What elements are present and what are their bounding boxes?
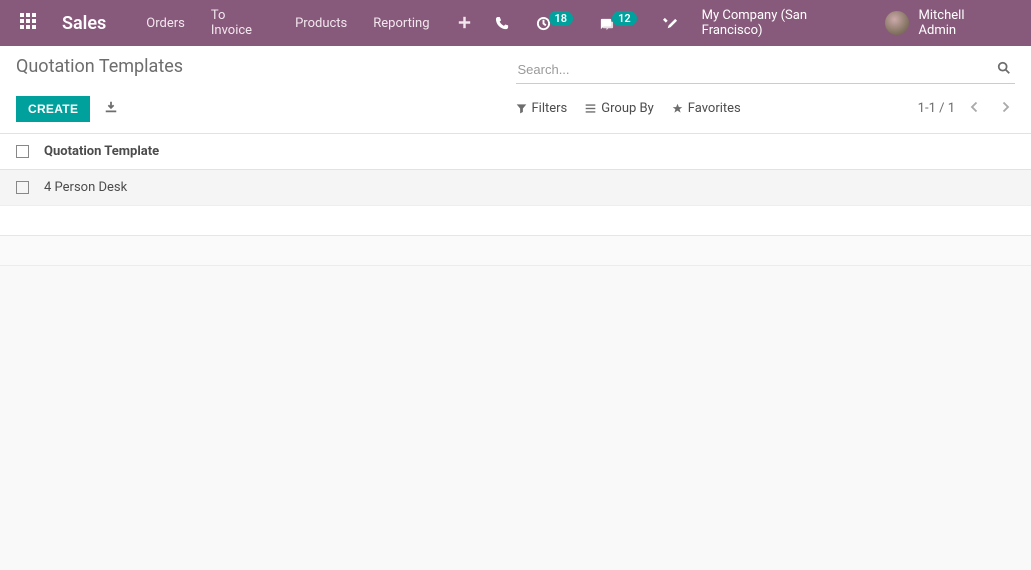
column-header-name[interactable]: Quotation Template — [44, 144, 159, 159]
breadcrumb: Quotation Templates — [16, 56, 516, 84]
search-icon[interactable] — [993, 57, 1015, 83]
download-icon[interactable] — [98, 94, 124, 123]
search-input[interactable] — [516, 58, 994, 81]
filters-label: Filters — [532, 101, 568, 116]
activity-icon[interactable]: 18 — [526, 10, 584, 37]
create-button[interactable]: CREATE — [16, 96, 90, 122]
search-toolbar: Filters Group By Favorites 1-1 / 1 — [516, 94, 1016, 123]
pager-prev-icon[interactable] — [965, 97, 985, 121]
list-header-row: Quotation Template — [0, 134, 1031, 170]
phone-icon[interactable] — [485, 10, 520, 37]
activity-badge: 18 — [549, 11, 574, 26]
select-all-checkbox[interactable] — [16, 145, 29, 158]
tools-icon[interactable] — [653, 10, 688, 37]
nav-to-invoice[interactable]: To Invoice — [199, 0, 281, 46]
table-row[interactable]: 4 Person Desk — [0, 170, 1031, 206]
messages-icon[interactable]: 12 — [589, 10, 647, 37]
search-bar — [516, 56, 1016, 84]
nav-products[interactable]: Products — [283, 8, 359, 39]
list-view: Quotation Template 4 Person Desk — [0, 134, 1031, 266]
nav-reporting[interactable]: Reporting — [361, 8, 441, 39]
control-panel: Quotation Templates CREATE Filters Group… — [0, 46, 1031, 134]
pager-next-icon[interactable] — [995, 97, 1015, 121]
groupby-label: Group By — [601, 101, 654, 116]
avatar — [885, 11, 909, 35]
filters-button[interactable]: Filters — [516, 101, 568, 116]
user-name: Mitchell Admin — [911, 8, 1013, 38]
messages-badge: 12 — [612, 11, 637, 26]
favorites-label: Favorites — [688, 101, 741, 116]
apps-menu-icon[interactable] — [10, 9, 46, 37]
nav-new-icon[interactable] — [444, 6, 485, 41]
user-menu[interactable]: Mitchell Admin — [885, 8, 1021, 38]
pager: 1-1 / 1 — [918, 97, 1015, 121]
main-navbar: Sales Orders To Invoice Products Reporti… — [0, 0, 1031, 46]
toolbar: CREATE — [16, 94, 516, 123]
pager-range: 1-1 / 1 — [918, 101, 955, 116]
list-footer — [0, 206, 1031, 236]
row-name: 4 Person Desk — [44, 180, 127, 195]
app-brand[interactable]: Sales — [50, 13, 130, 34]
nav-orders[interactable]: Orders — [134, 8, 197, 39]
groupby-button[interactable]: Group By — [585, 101, 654, 116]
company-selector[interactable]: My Company (San Francisco) — [694, 8, 879, 38]
row-checkbox[interactable] — [16, 181, 29, 194]
favorites-button[interactable]: Favorites — [672, 101, 741, 116]
